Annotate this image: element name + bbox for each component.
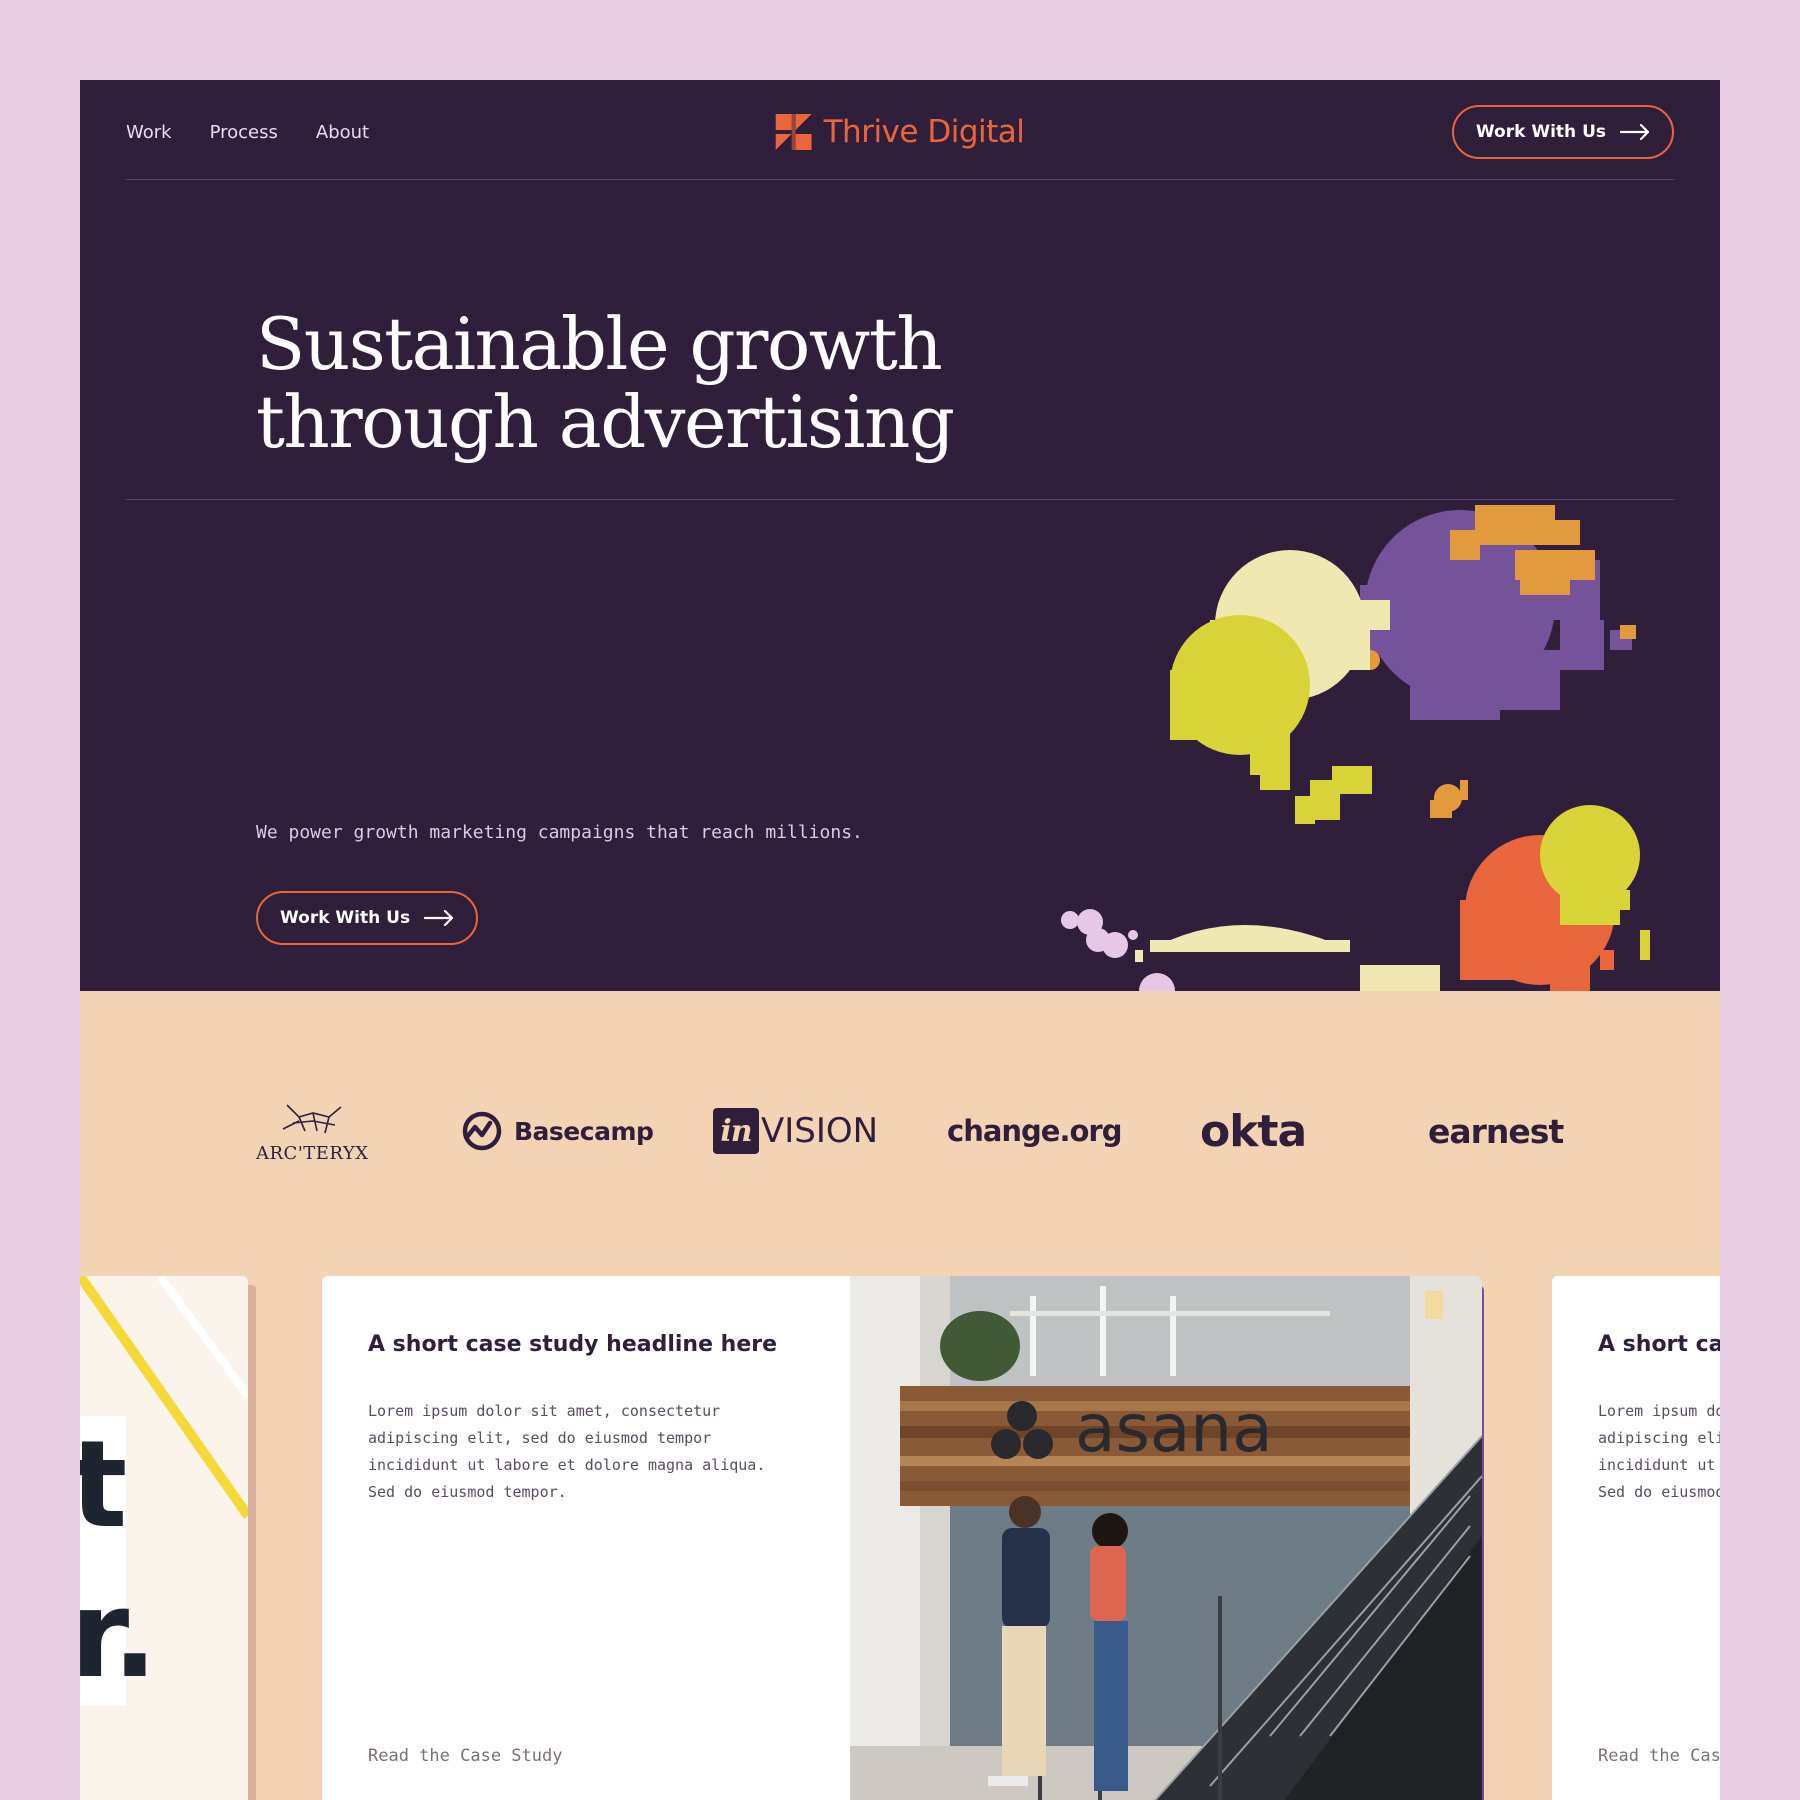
changeorg-logo: change.org [947,1091,1122,1171]
work-with-us-label: Work With Us [1475,122,1606,142]
top-nav: Work Process About Thrive Digital Work W… [126,102,1674,162]
nav-divider [126,179,1674,180]
hero-work-with-us-button[interactable]: Work With Us [256,891,479,945]
hero-artwork [1061,505,1650,991]
invision-logo: in VISION [713,1091,878,1171]
changeorg-wordmark: change.org [947,1114,1122,1148]
brand-name: Thrive Digital [823,114,1025,150]
case-study-photo: asana [850,1276,1482,1800]
arcteryx-bird-icon [282,1103,342,1133]
hero-cta-label: Work With Us [280,908,411,928]
small-amber-blob [1430,780,1468,818]
invision-wordmark: VISION [761,1111,879,1151]
page: Work Process About Thrive Digital Work W… [80,80,1720,1800]
hero-section: Work Process About Thrive Digital Work W… [80,80,1720,991]
case-study-card[interactable]: A short case study headline here Lorem i… [322,1276,1482,1800]
hero-title-line1: Sustainable growth [256,302,943,386]
okta-logo: okta [1200,1091,1307,1171]
case-study-card-right[interactable]: A short case study headline here Lorem i… [1552,1276,1720,1800]
earnest-wordmark: earnest [1428,1111,1564,1151]
read-case-study-link-right[interactable]: Read the Case Study [1598,1746,1720,1766]
card-left-letter-r: r. [80,1566,158,1705]
nav-link-about[interactable]: About [316,122,369,143]
basecamp-logo: Basecamp [460,1091,654,1171]
arrow-right-icon [424,910,454,926]
asana-sign-text: asana [1075,1390,1273,1467]
case-study-headline-right: A short case study headline here [1598,1332,1720,1357]
case-study-card-left[interactable]: t r. [80,1276,248,1800]
hero-title: Sustainable growth through advertising [256,302,955,464]
basecamp-wordmark: Basecamp [514,1116,654,1146]
office-photo: asana [850,1276,1482,1800]
work-with-us-button[interactable]: Work With Us [1451,105,1674,159]
arrow-right-icon [1620,124,1650,140]
hero-subtitle: We power growth marketing campaigns that… [256,822,863,843]
okta-wordmark: okta [1200,1105,1307,1157]
invision-badge: in [713,1108,759,1154]
logo-row: ARC'TERYX Basecamp in VISION change.org … [220,1091,1620,1171]
arcteryx-logo: ARC'TERYX [256,1091,369,1171]
earnest-logo: earnest [1428,1091,1564,1171]
hero-title-line2: through advertising [256,380,955,464]
case-study-headline: A short case study headline here [368,1332,778,1357]
nav-link-work[interactable]: Work [126,122,172,143]
nav-link-process[interactable]: Process [210,122,278,143]
cream-arcs [1135,925,1440,991]
case-study-body-right: Lorem ipsum dolor sit amet, consectetur … [1598,1402,1720,1501]
nav-links: Work Process About [126,122,369,143]
arcteryx-wordmark: ARC'TERYX [256,1142,369,1164]
read-case-study-link[interactable]: Read the Case Study [368,1746,562,1766]
brand-mark-icon [775,114,812,150]
basecamp-icon [462,1111,502,1151]
brand-logo[interactable]: Thrive Digital [775,114,1025,150]
card-left-letter-t: t [80,1416,128,1555]
card-left-edge [248,1285,256,1800]
case-study-body: Lorem ipsum dolor sit amet, consectetur … [368,1402,766,1501]
